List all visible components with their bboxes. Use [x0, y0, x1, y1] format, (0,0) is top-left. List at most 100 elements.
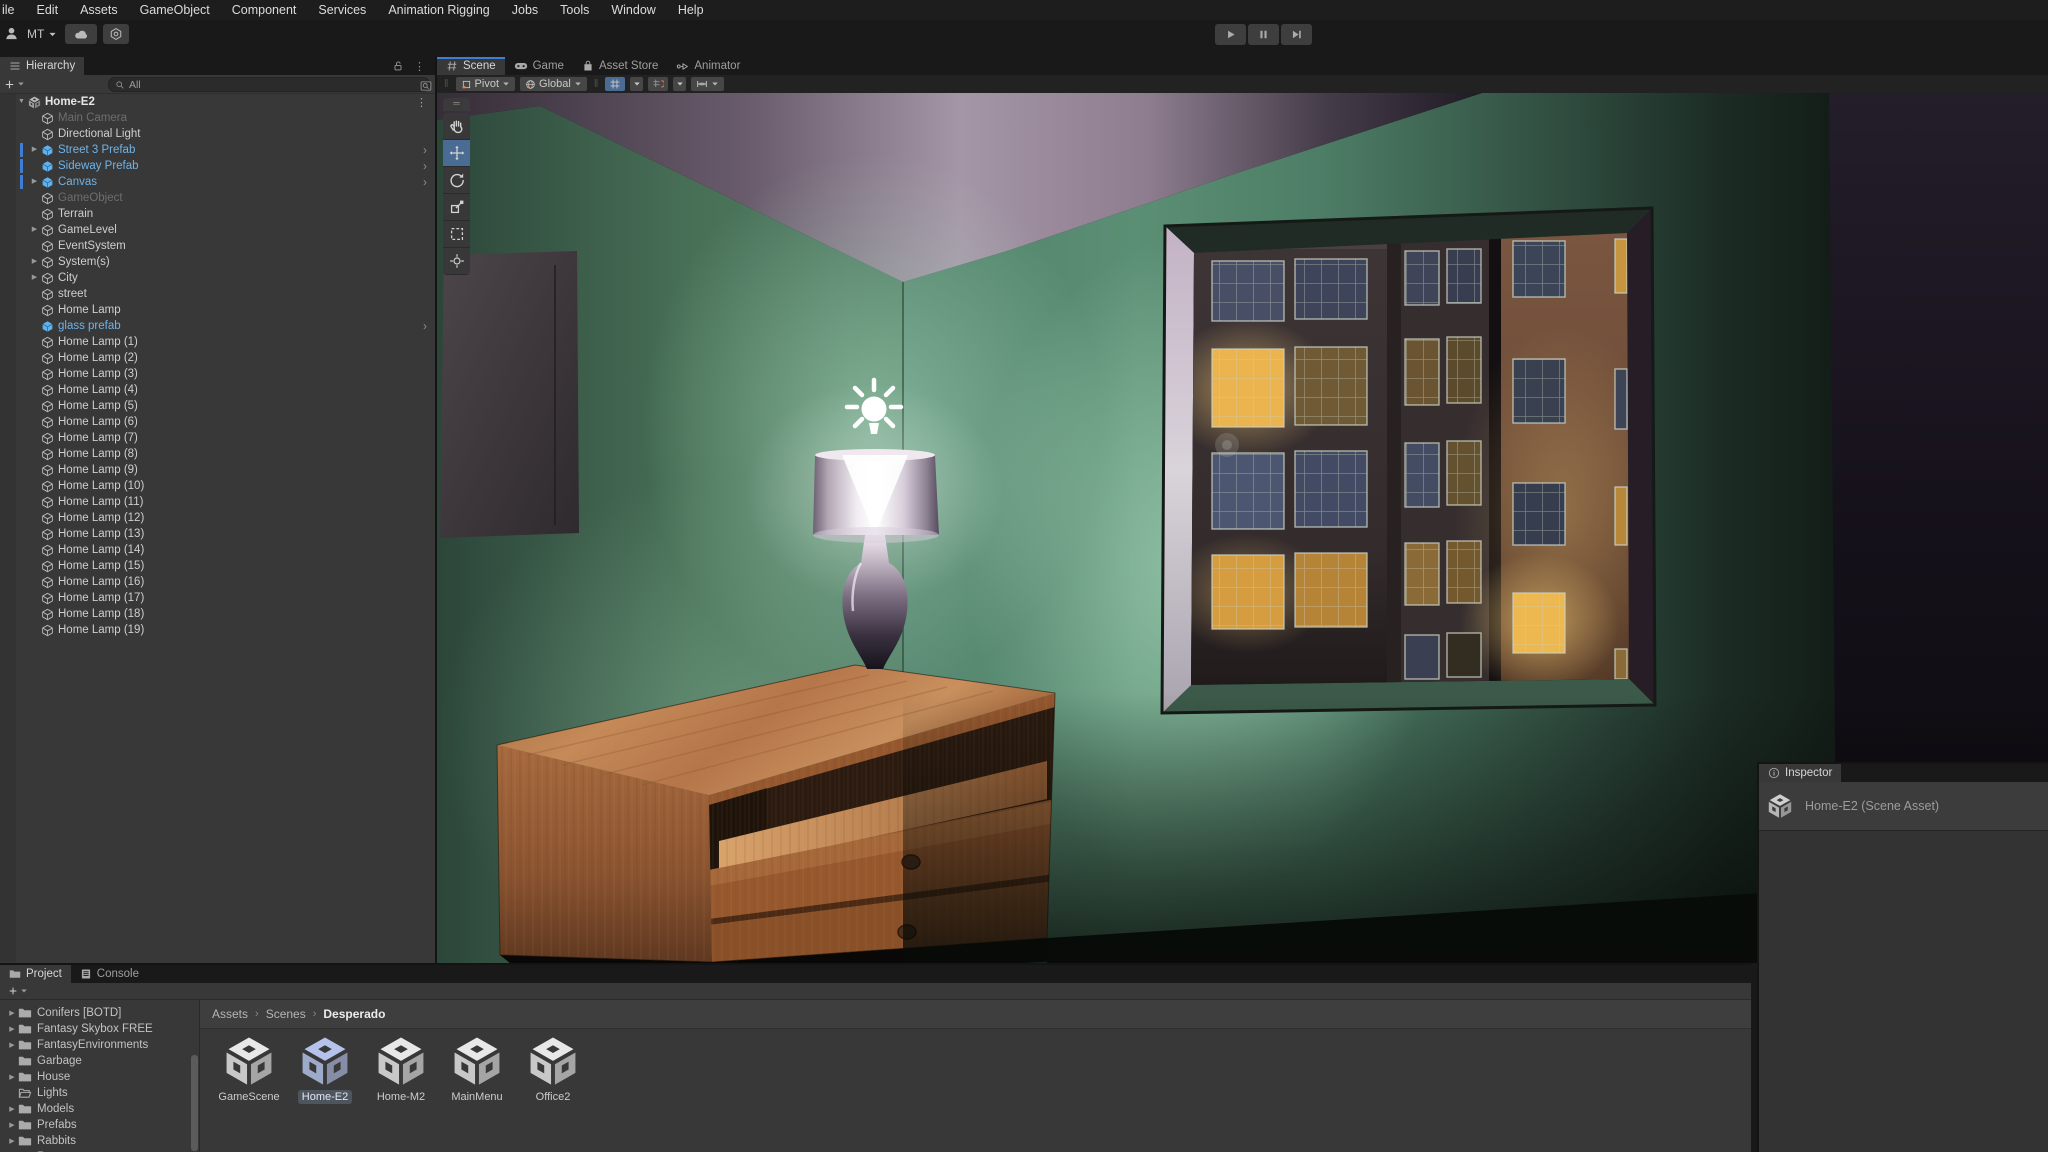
tool-rotate[interactable]	[443, 167, 470, 193]
tool-move[interactable]	[443, 140, 470, 166]
folder-scrollbar[interactable]	[191, 1055, 198, 1151]
breadcrumb-assets[interactable]: Assets	[212, 1007, 248, 1021]
hierarchy-item-home-lamp-14[interactable]: Home Lamp (14)	[0, 542, 435, 558]
hierarchy-item-home-lamp-13[interactable]: Home Lamp (13)	[0, 526, 435, 542]
hierarchy-item-home-lamp-4[interactable]: Home Lamp (4)	[0, 382, 435, 398]
folder-item-conifers-botd[interactable]: ▶Conifers [BOTD]	[0, 1005, 199, 1021]
expand-arrow[interactable]: ▶	[6, 1025, 18, 1033]
hierarchy-item-home-lamp-12[interactable]: Home Lamp (12)	[0, 510, 435, 526]
hierarchy-options-icon[interactable]: ⋮	[416, 96, 427, 109]
menu-item-jobs[interactable]: Jobs	[501, 0, 549, 20]
hierarchy-item-street[interactable]: street	[0, 286, 435, 302]
cloud-services-button[interactable]	[65, 24, 97, 44]
lock-icon[interactable]	[392, 60, 404, 72]
asset-gamescene[interactable]: GameScene	[212, 1035, 286, 1152]
menu-item-window[interactable]: Window	[600, 0, 666, 20]
prefab-open-arrow[interactable]: ›	[423, 175, 427, 189]
hierarchy-item-sideway-prefab[interactable]: Sideway Prefab›	[0, 158, 435, 174]
hierarchy-item-home-lamp-6[interactable]: Home Lamp (6)	[0, 414, 435, 430]
prefab-open-arrow[interactable]: ›	[423, 319, 427, 333]
expand-arrow[interactable]: ▶	[6, 1041, 18, 1049]
menu-item-assets[interactable]: Assets	[69, 0, 129, 20]
tab-hierarchy[interactable]: Hierarchy	[0, 57, 84, 75]
menu-item-tools[interactable]: Tools	[549, 0, 600, 20]
folder-item-models[interactable]: ▶Models	[0, 1101, 199, 1117]
account-dropdown[interactable]: MT	[25, 27, 59, 41]
hierarchy-item-eventsystem[interactable]: EventSystem	[0, 238, 435, 254]
tab-game[interactable]: Game	[505, 57, 573, 75]
open-search-window-icon[interactable]	[420, 77, 432, 95]
asset-home-e2[interactable]: Home-E2	[288, 1035, 362, 1152]
tool-transform[interactable]	[443, 248, 470, 274]
tool-scale[interactable]	[443, 194, 470, 220]
tab-console[interactable]: Console	[71, 965, 148, 983]
grid-settings-dropdown[interactable]	[630, 77, 643, 91]
tool-rect[interactable]	[443, 221, 470, 247]
tab-project[interactable]: Project	[0, 965, 71, 983]
folder-item-house[interactable]: ▶House	[0, 1069, 199, 1085]
play-button[interactable]	[1215, 24, 1246, 45]
expand-arrow[interactable]: ▶	[28, 174, 41, 190]
hierarchy-item-home-lamp-15[interactable]: Home Lamp (15)	[0, 558, 435, 574]
hierarchy-item-system-s[interactable]: ▶System(s)	[0, 254, 435, 270]
menu-item-ile[interactable]: ile	[0, 0, 26, 20]
tab-inspector[interactable]: Inspector	[1759, 764, 1841, 782]
expand-arrow[interactable]: ▶	[6, 1073, 18, 1081]
hierarchy-item-home-lamp-3[interactable]: Home Lamp (3)	[0, 366, 435, 382]
tool-hand[interactable]	[443, 113, 470, 139]
hierarchy-item-home-e2[interactable]: ▼Home-E2⋮	[0, 94, 435, 110]
hierarchy-item-street-3-prefab[interactable]: ▶Street 3 Prefab›	[0, 142, 435, 158]
pause-button[interactable]	[1248, 24, 1279, 45]
folder-item-garbage[interactable]: Garbage	[0, 1053, 199, 1069]
folder-item-rabbits[interactable]: ▶Rabbits	[0, 1133, 199, 1149]
asset-office2[interactable]: Office2	[516, 1035, 590, 1152]
folder-item-lights[interactable]: Lights	[0, 1085, 199, 1101]
folder-item-fantasy-skybox-free[interactable]: ▶Fantasy Skybox FREE	[0, 1021, 199, 1037]
snap-toggle[interactable]	[648, 77, 668, 91]
menu-item-help[interactable]: Help	[667, 0, 715, 20]
pivot-mode-button[interactable]: Pivot	[456, 77, 515, 91]
create-asset-button[interactable]	[4, 986, 28, 996]
snap-increment-button[interactable]	[691, 77, 724, 91]
expand-arrow[interactable]: ▶	[28, 270, 41, 286]
hierarchy-item-gamelevel[interactable]: ▶GameLevel	[0, 222, 435, 238]
tab-animator[interactable]: Animator	[667, 57, 749, 75]
step-button[interactable]	[1281, 24, 1312, 45]
hierarchy-item-home-lamp-17[interactable]: Home Lamp (17)	[0, 590, 435, 606]
expand-arrow[interactable]: ▶	[28, 254, 41, 270]
hierarchy-item-home-lamp-19[interactable]: Home Lamp (19)	[0, 622, 435, 638]
palette-drag-handle[interactable]: ═	[443, 98, 470, 111]
asset-mainmenu[interactable]: MainMenu	[440, 1035, 514, 1152]
menu-item-component[interactable]: Component	[221, 0, 308, 20]
prefab-open-arrow[interactable]: ›	[423, 159, 427, 173]
toolbar-handle[interactable]: ‖	[442, 78, 451, 90]
hierarchy-item-home-lamp-16[interactable]: Home Lamp (16)	[0, 574, 435, 590]
expand-arrow[interactable]: ▼	[15, 94, 28, 110]
breadcrumb-desperado[interactable]: Desperado	[323, 1007, 385, 1021]
global-mode-button[interactable]: Global	[520, 77, 587, 91]
snap-settings-dropdown[interactable]	[673, 77, 686, 91]
create-object-button[interactable]	[0, 79, 25, 90]
menu-item-edit[interactable]: Edit	[26, 0, 70, 20]
menu-item-services[interactable]: Services	[307, 0, 377, 20]
folder-item-prefabs[interactable]: ▶Prefabs	[0, 1117, 199, 1133]
hierarchy-item-home-lamp[interactable]: Home Lamp	[0, 302, 435, 318]
expand-arrow[interactable]: ▶	[6, 1121, 18, 1129]
hierarchy-item-main-camera[interactable]: Main Camera	[0, 110, 435, 126]
hierarchy-search-input[interactable]: All	[108, 77, 430, 92]
folder-item-fantasyenvironments[interactable]: ▶FantasyEnvironments	[0, 1037, 199, 1053]
tab-scene[interactable]: Scene	[437, 57, 505, 75]
hierarchy-item-home-lamp-11[interactable]: Home Lamp (11)	[0, 494, 435, 510]
hierarchy-item-glass-prefab[interactable]: glass prefab›	[0, 318, 435, 334]
grid-visibility-toggle[interactable]	[605, 77, 625, 91]
hierarchy-item-home-lamp-18[interactable]: Home Lamp (18)	[0, 606, 435, 622]
panel-menu-icon[interactable]: ⋮	[414, 60, 425, 73]
expand-arrow[interactable]: ▶	[28, 142, 41, 158]
breadcrumb-scenes[interactable]: Scenes	[266, 1007, 306, 1021]
hierarchy-item-home-lamp-9[interactable]: Home Lamp (9)	[0, 462, 435, 478]
hierarchy-item-home-lamp-1[interactable]: Home Lamp (1)	[0, 334, 435, 350]
hierarchy-item-gameobject[interactable]: GameObject	[0, 190, 435, 206]
hierarchy-item-city[interactable]: ▶City	[0, 270, 435, 286]
asset-home-m2[interactable]: Home-M2	[364, 1035, 438, 1152]
hierarchy-item-home-lamp-10[interactable]: Home Lamp (10)	[0, 478, 435, 494]
